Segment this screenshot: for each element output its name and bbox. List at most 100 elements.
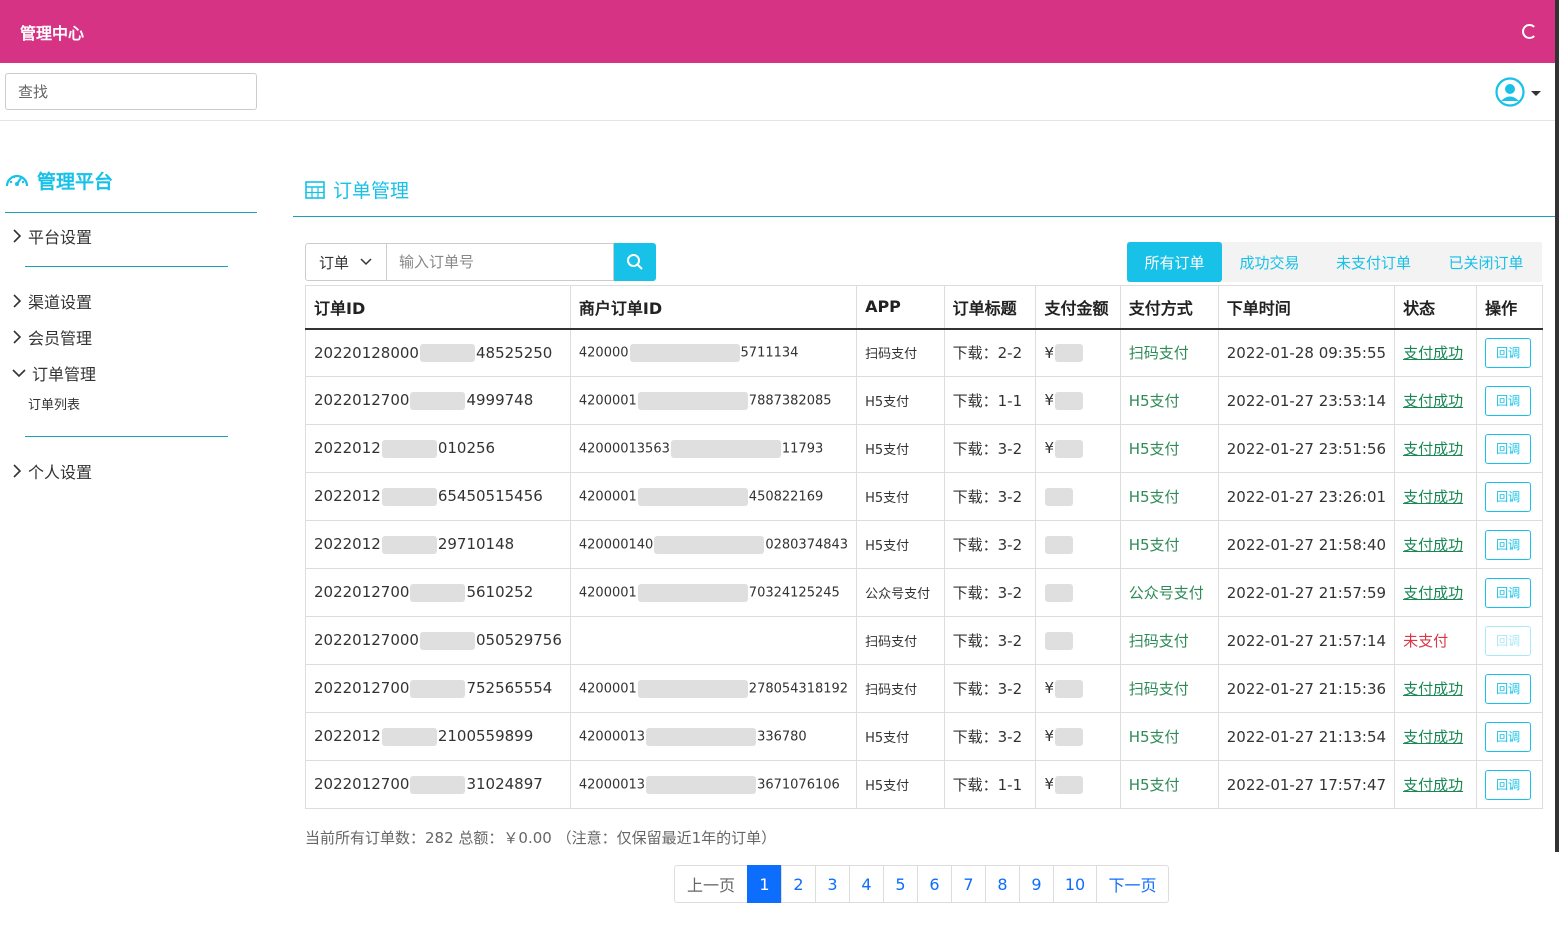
merchant-order-id-suffix: 7887382085: [748, 393, 832, 408]
payment-method-cell: H5支付: [1119, 760, 1219, 809]
order-summary: 当前所有订单数：282 总额：￥0.00 （注意：仅保留最近1年的订单）: [305, 829, 777, 847]
app-cell: 扫码支付: [856, 328, 945, 377]
order-id-suffix: 31024897: [466, 775, 543, 794]
tab-unpaid[interactable]: 未支付订单: [1317, 242, 1430, 282]
page-button[interactable]: 3: [815, 865, 850, 903]
merchant-order-id-suffix: 70324125245: [748, 585, 840, 600]
status-link[interactable]: 支付成功: [1403, 344, 1463, 362]
order-id-prefix: 20220127000: [314, 631, 419, 650]
redacted-mask: [646, 775, 757, 794]
status-link[interactable]: 支付成功: [1403, 392, 1463, 410]
callback-button[interactable]: 回调: [1485, 769, 1532, 800]
merchant-order-id-prefix: 420000140: [578, 537, 654, 552]
search-field-select[interactable]: 订单: [305, 243, 387, 281]
amount-currency: ¥: [1044, 439, 1055, 458]
callback-button[interactable]: 回调: [1485, 721, 1532, 752]
order-id-prefix: 2022012700: [314, 583, 410, 602]
amount-cell: [1035, 472, 1121, 521]
callback-button[interactable]: 回调: [1485, 481, 1532, 512]
loading-spinner-icon: [1522, 24, 1537, 39]
status-link[interactable]: 支付成功: [1403, 776, 1463, 794]
amount-cell: ¥: [1035, 328, 1121, 377]
user-menu[interactable]: [1495, 77, 1541, 107]
status-cell: 支付成功: [1394, 472, 1478, 521]
action-cell: 回调: [1476, 376, 1543, 425]
order-time-cell: 2022-01-27 23:26:01: [1217, 472, 1396, 521]
callback-button[interactable]: 回调: [1485, 577, 1532, 608]
sidebar-item-order-management[interactable]: 订单管理: [12, 361, 96, 385]
callback-button[interactable]: 回调: [1485, 529, 1532, 560]
callback-button[interactable]: 回调: [1485, 337, 1532, 368]
tab-all-orders[interactable]: 所有订单: [1127, 242, 1222, 282]
sidebar-item-channel-settings[interactable]: 渠道设置: [12, 289, 92, 313]
order-time-cell: 2022-01-27 23:53:14: [1217, 376, 1396, 425]
status-link[interactable]: 支付成功: [1403, 440, 1463, 458]
order-title-cell: 下载：3-2: [943, 664, 1037, 713]
table-row: 20220127000 050529756 扫码支付 下载：3-2 扫码支付 20…: [305, 616, 1543, 665]
redacted-mask: [1055, 344, 1084, 362]
status-link[interactable]: 支付成功: [1403, 728, 1463, 746]
callback-button[interactable]: 回调: [1485, 433, 1532, 464]
action-cell: 回调: [1476, 328, 1543, 377]
action-cell: 回调: [1476, 472, 1543, 521]
column-header: 下单时间: [1217, 285, 1396, 330]
redacted-mask: [1055, 775, 1084, 794]
merchant-order-id-suffix: 5711134: [740, 345, 799, 361]
page-button[interactable]: 8: [985, 865, 1020, 903]
tab-successful[interactable]: 成功交易: [1222, 242, 1317, 282]
redacted-mask: [419, 344, 475, 362]
order-id-cell: 2022012700 752565554: [305, 664, 571, 713]
sidebar-item-personal-settings[interactable]: 个人设置: [12, 459, 92, 483]
callback-button[interactable]: 回调: [1485, 673, 1532, 704]
sidebar-brand-label: 管理平台: [37, 170, 114, 193]
page-button[interactable]: 5: [883, 865, 918, 903]
status-link[interactable]: 支付成功: [1403, 536, 1463, 554]
page-button[interactable]: 2: [781, 865, 816, 903]
order-number-input[interactable]: [387, 243, 614, 281]
amount-currency: ¥: [1044, 727, 1055, 746]
table-row: 2022012 65450515456 4200001 450822169 H5支付…: [305, 472, 1543, 521]
page-button[interactable]: 6: [917, 865, 952, 903]
amount-cell: [1035, 616, 1121, 665]
order-id-prefix: 20220128000: [314, 343, 419, 362]
amount-currency: ¥: [1044, 775, 1055, 794]
app-cell: H5支付: [856, 760, 945, 809]
tab-closed[interactable]: 已关闭订单: [1430, 242, 1542, 282]
redacted-mask: [410, 679, 466, 698]
page-button[interactable]: 9: [1019, 865, 1054, 903]
status-link[interactable]: 支付成功: [1403, 488, 1463, 506]
status-link[interactable]: 支付成功: [1403, 584, 1463, 602]
status-link[interactable]: 支付成功: [1403, 680, 1463, 698]
order-id-suffix: 2100559899: [437, 727, 534, 746]
order-title-cell: 下载：3-2: [943, 568, 1037, 617]
page-button[interactable]: 4: [849, 865, 884, 903]
order-title-cell: 下载：1-1: [943, 760, 1037, 809]
app-cell: 扫码支付: [856, 616, 945, 665]
chevron-right-icon: [13, 464, 22, 478]
search-bar: [0, 63, 1555, 121]
app-cell: H5支付: [856, 424, 945, 473]
app-cell: H5支付: [856, 376, 945, 425]
amount-currency: ¥: [1044, 343, 1055, 362]
page-button[interactable]: 10: [1053, 865, 1097, 903]
order-id-suffix: 48525250: [475, 343, 553, 362]
column-header: 支付方式: [1119, 285, 1219, 330]
sidebar-item-platform-settings[interactable]: 平台设置: [12, 224, 92, 248]
redacted-mask: [1055, 727, 1084, 746]
merchant-order-id-prefix: 4200001: [578, 681, 637, 696]
page-button[interactable]: 7: [951, 865, 986, 903]
search-button[interactable]: [614, 243, 656, 281]
callback-button[interactable]: 回调: [1485, 625, 1532, 656]
payment-method-cell: H5支付: [1119, 424, 1219, 473]
action-cell: 回调: [1476, 664, 1543, 713]
sidebar-item-member-management[interactable]: 会员管理: [12, 325, 92, 349]
column-header: APP: [856, 285, 945, 330]
prev-page-button[interactable]: 上一页: [674, 865, 748, 903]
search-input[interactable]: [5, 73, 257, 110]
action-cell: 回调: [1476, 568, 1543, 617]
page-button[interactable]: 1: [747, 865, 782, 903]
next-page-button[interactable]: 下一页: [1096, 865, 1169, 903]
action-cell: 回调: [1476, 520, 1543, 569]
callback-button[interactable]: 回调: [1485, 385, 1532, 416]
sidebar-subitem-order-list[interactable]: 订单列表: [28, 394, 80, 413]
